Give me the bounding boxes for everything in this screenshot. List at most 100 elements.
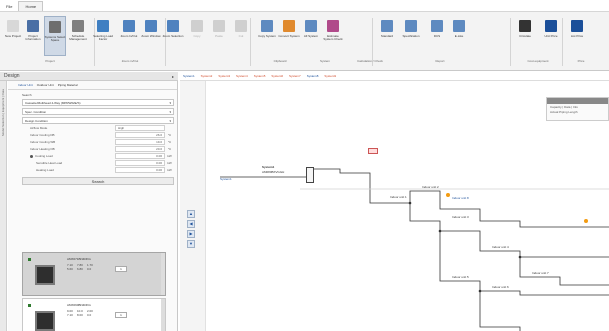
ribbon-button-label: Unit Price xyxy=(544,34,558,38)
ribbon-button-19[interactable]: Circulate xyxy=(514,16,536,56)
indoor-unit-label[interactable]: Indoor unit 8 xyxy=(452,196,469,200)
indoor-unit-label[interactable]: Indoor unit 6 xyxy=(492,285,509,289)
ribbon-button-5[interactable]: Zoom In/Out xyxy=(118,16,140,56)
menu-tab-file[interactable]: File xyxy=(0,1,18,11)
outdoor-unit-icon[interactable] xyxy=(306,167,314,183)
spec-condition-value: Spec. Condition xyxy=(25,110,47,114)
design-condition-select[interactable]: Design Condition ▾ xyxy=(22,117,174,124)
ribbon-button-7[interactable]: Zoom Selection xyxy=(162,16,184,56)
tab-system-4[interactable]: System4 xyxy=(236,74,248,78)
group-label-calculation: Calculation / Check xyxy=(357,59,383,63)
radio-icon[interactable] xyxy=(30,154,33,158)
ribbon-button-12[interactable]: Convert System xyxy=(278,16,300,56)
nav-left-button[interactable]: ◀ xyxy=(187,220,195,228)
ribbon-button-18[interactable]: E-Like xyxy=(448,16,470,56)
tab-system-5[interactable]: System5 xyxy=(254,74,266,78)
tab-piping-material[interactable]: Piping Material xyxy=(58,83,78,87)
ribbon-button-4[interactable]: Selecting Load Factor xyxy=(92,16,114,56)
heating-load-input[interactable]: 0.00 xyxy=(115,167,165,173)
airflow-mode-select[interactable]: High xyxy=(115,125,165,131)
ribbon-button-14[interactable]: Estimate System Check xyxy=(322,16,344,56)
cooling-load-input[interactable]: 0.00 xyxy=(115,153,165,159)
ribbon-button-11[interactable]: Copy System xyxy=(256,16,278,56)
field-label: Indoor Cooling WB xyxy=(30,140,56,144)
ribbon-button-20[interactable]: Unit Price xyxy=(540,16,562,56)
ribbon-button-6[interactable]: Zoom Window xyxy=(140,16,162,56)
tab-system-9[interactable]: System9 xyxy=(324,74,336,78)
ribbon-separator xyxy=(510,18,511,66)
field-unit: °C xyxy=(167,133,172,137)
system-model: AM080BXVGGH xyxy=(262,170,285,174)
scrollbar[interactable] xyxy=(161,299,165,331)
ribbon-button-label: Copy System xyxy=(258,34,276,38)
ribbon-icon xyxy=(7,20,19,32)
menu-tab-home[interactable]: Home xyxy=(18,1,44,11)
ribbon-icon xyxy=(49,21,61,33)
indoor-unit-image xyxy=(35,265,55,285)
warning-icon[interactable] xyxy=(446,193,450,197)
ribbon-button-8[interactable]: Copy xyxy=(186,16,208,56)
tab-system-7[interactable]: System7 xyxy=(289,74,301,78)
nav-right-button[interactable]: ▶ xyxy=(187,230,195,238)
tab-outdoor-unit[interactable]: Outdoor Unit xyxy=(37,83,54,87)
outdoor-unit-label[interactable]: System1 xyxy=(220,177,232,181)
tab-system-6[interactable]: System6 xyxy=(271,74,283,78)
vertical-tab-strip[interactable]: Model Selection | Equipment | Data xyxy=(0,81,7,331)
spec-condition-select[interactable]: Spec. Condition ▾ xyxy=(22,108,174,115)
ribbon-button-15[interactable]: Standard xyxy=(376,16,398,56)
tab-system-8[interactable]: System8 xyxy=(307,74,319,78)
ribbon-icon xyxy=(123,20,135,32)
unit-model: AMX071BN4DKG xyxy=(67,257,91,261)
indoor-unit-label[interactable]: Indoor unit 7 xyxy=(532,271,549,275)
indoor-cooling-db-input[interactable]: 26.0 xyxy=(115,132,165,138)
unit-card[interactable]: AMX071BN4DKG 7.10 7.80 1.70 5.60 6.80 0.… xyxy=(22,252,166,296)
quantity-stepper[interactable]: 1 xyxy=(115,266,127,272)
ribbon-button-16[interactable]: Specification xyxy=(400,16,422,56)
warning-icon[interactable] xyxy=(584,219,588,223)
indoor-unit-label[interactable]: Indoor unit 2 xyxy=(422,185,439,189)
ribbon-button-label: Zoom In/Out xyxy=(120,34,138,38)
ribbon-button-label: Project Information xyxy=(25,34,41,42)
nav-up-button[interactable]: ▲ xyxy=(187,210,195,218)
unit-card[interactable]: AMX090BN4DKG 9.00 10.0 2.00 7.10 8.00 0.… xyxy=(22,298,166,331)
ribbon-button-10[interactable]: Cut xyxy=(230,16,252,56)
unit-tabs: Indoor Unit Outdoor Unit Piping Material xyxy=(8,81,177,90)
quantity-stepper[interactable]: 1 xyxy=(115,312,127,318)
scrollbar[interactable] xyxy=(161,253,165,295)
nav-down-button[interactable]: ▼ xyxy=(187,240,195,248)
ribbon-button-0[interactable]: New Project xyxy=(2,16,24,56)
unit-type-select[interactable]: Cassette/Multihead 4-Way (MPRW62E/S) ▾ xyxy=(22,99,174,106)
ribbon-button-label: Convert System xyxy=(278,34,300,38)
tab-indoor-unit[interactable]: Indoor Unit xyxy=(18,83,33,87)
pipe-lines xyxy=(220,168,609,331)
ribbon-separator xyxy=(562,18,563,66)
info-title: Capacity | Data | Info xyxy=(550,105,578,109)
unit-type-value: Cassette/Multihead 4-Way (MPRW62E/S) xyxy=(25,101,81,105)
field-label: Indoor Cooling DB xyxy=(30,133,55,137)
ribbon-icon xyxy=(97,20,109,32)
ribbon-button-9[interactable]: Paste xyxy=(208,16,230,56)
info-text: Actual Piping Length xyxy=(550,110,578,114)
indoor-cooling-wb-input[interactable]: 19.0 xyxy=(115,139,165,145)
tab-system-1[interactable]: System1 xyxy=(183,74,195,78)
ribbon-button-17[interactable]: DCS xyxy=(426,16,448,56)
tab-system-3[interactable]: System3 xyxy=(218,74,230,78)
pin-icon[interactable]: ▸ xyxy=(172,72,174,81)
sensible-heat-load-input[interactable]: 0.00 xyxy=(115,160,165,166)
indoor-heating-db-input[interactable]: 20.0 xyxy=(115,146,165,152)
ribbon-button-1[interactable]: Project Information xyxy=(22,16,44,56)
search-button[interactable]: Search xyxy=(22,177,174,185)
group-label-report: Report xyxy=(435,59,445,63)
indoor-unit-label[interactable]: Indoor unit 4 xyxy=(492,245,509,249)
field-unit: °C xyxy=(167,147,172,151)
tab-system-2[interactable]: System2 xyxy=(201,74,213,78)
ribbon-button-21[interactable]: List Price xyxy=(566,16,588,56)
branch-kit-icon[interactable] xyxy=(368,148,378,154)
indoor-unit-label[interactable]: Indoor unit 5 xyxy=(452,275,469,279)
ribbon-button-13[interactable]: All System xyxy=(300,16,322,56)
ribbon-button-3[interactable]: Schedule Management xyxy=(67,16,89,56)
piping-diagram-canvas[interactable]: System1 System1 AM080BXVGGH Indoor unit … xyxy=(180,81,609,331)
indoor-unit-label[interactable]: Indoor unit 3 xyxy=(452,215,469,219)
indoor-unit-label[interactable]: Indoor unit 1 xyxy=(390,195,407,199)
ribbon-button-2[interactable]: Systems Select Space xyxy=(44,16,66,56)
